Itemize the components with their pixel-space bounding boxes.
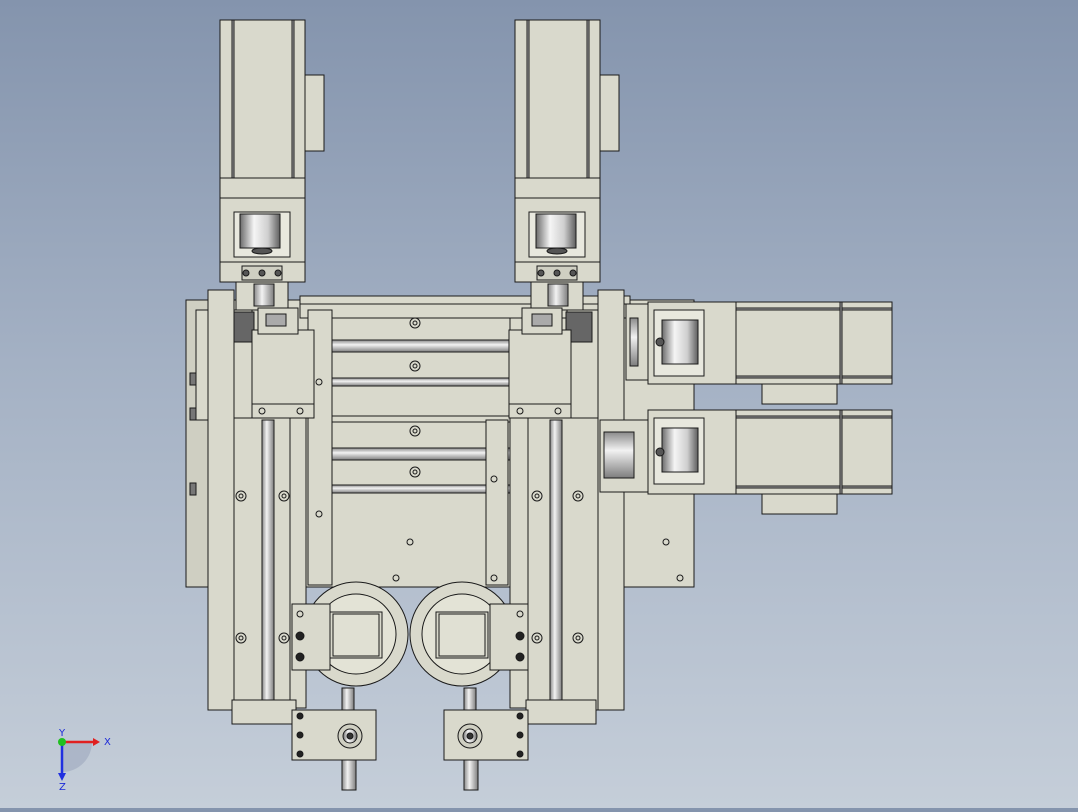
orientation-triad[interactable]: X Y Z (48, 728, 118, 798)
x-axis-label: X (104, 737, 111, 748)
y-axis-dot (58, 738, 66, 746)
right-motor[interactable] (514, 19, 620, 283)
left-wheel-assembly (291, 581, 409, 791)
z-arrow-head (58, 773, 66, 781)
cad-viewport[interactable] (0, 0, 1078, 808)
z-axis-label: Z (59, 782, 66, 793)
y-axis-label: Y (58, 728, 66, 739)
triad-plane (62, 742, 92, 772)
left-motor[interactable] (219, 19, 325, 283)
x-arrow-head (93, 738, 100, 746)
